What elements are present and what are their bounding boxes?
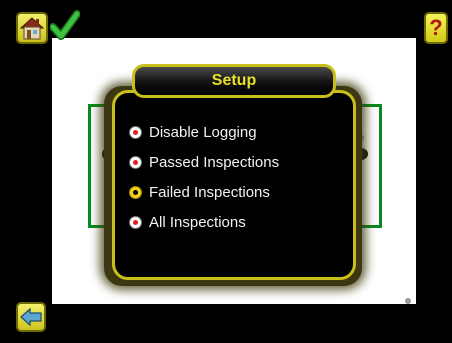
radio-button[interactable] (130, 156, 141, 168)
option-passed-inspections[interactable]: Passed Inspections (130, 147, 340, 177)
option-label: Failed Inspections (149, 183, 270, 201)
option-all-inspections[interactable]: All Inspections (130, 207, 340, 237)
back-arrow-icon (20, 307, 42, 327)
option-label: All Inspections (149, 213, 246, 231)
option-label: Passed Inspections (149, 153, 280, 171)
help-button[interactable]: ? (424, 12, 448, 44)
help-icon: ? (429, 15, 443, 40)
dialog-titlebar: Setup (132, 64, 336, 98)
radio-button[interactable] (130, 216, 141, 228)
dialog-title: Setup (211, 72, 257, 89)
home-icon (19, 17, 45, 40)
home-button[interactable] (16, 12, 48, 44)
back-button[interactable] (16, 302, 46, 332)
radio-button[interactable] (130, 126, 141, 138)
screen: ? Setup Disable Logging Passed Inspectio… (0, 0, 452, 343)
option-disable-logging[interactable]: Disable Logging (130, 117, 340, 147)
image-corner-marker (405, 298, 411, 304)
checkmark-icon (50, 10, 80, 40)
option-failed-inspections[interactable]: Failed Inspections (130, 177, 340, 207)
logging-options: Disable Logging Passed Inspections Faile… (130, 117, 340, 237)
option-label: Disable Logging (149, 123, 257, 141)
radio-button-selected[interactable] (130, 186, 141, 198)
